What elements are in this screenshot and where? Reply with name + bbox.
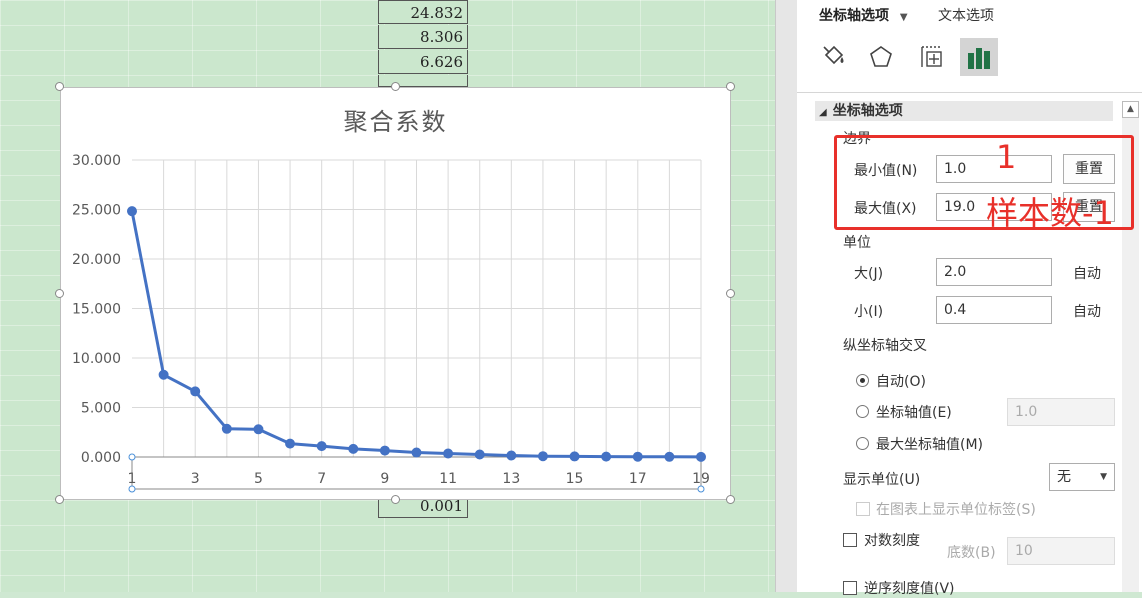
log-scale-label[interactable]: 对数刻度 bbox=[864, 530, 920, 550]
x-tick-label: 13 bbox=[502, 471, 520, 487]
axis-options-icon[interactable] bbox=[960, 38, 998, 76]
major-unit-input[interactable]: 2.0 bbox=[936, 258, 1052, 286]
units-label: 单位 bbox=[843, 235, 871, 251]
resize-handle[interactable] bbox=[726, 289, 735, 298]
tab-axis-options[interactable]: 坐标轴选项 ▼ bbox=[819, 5, 908, 25]
cell[interactable]: 24.832 bbox=[378, 0, 468, 24]
data-point bbox=[506, 450, 517, 461]
cell[interactable]: 8.306 bbox=[378, 25, 468, 49]
resize-handle[interactable] bbox=[726, 495, 735, 504]
y-tick-label: 5.000 bbox=[81, 401, 121, 417]
y-tick-label: 0.000 bbox=[81, 450, 121, 466]
collapse-triangle-icon: ◢ bbox=[819, 107, 827, 118]
section-axis-options[interactable]: ◢ 坐标轴选项 bbox=[815, 101, 1113, 121]
axis-selection-handle bbox=[128, 453, 136, 461]
pane-splitter[interactable] bbox=[775, 0, 797, 592]
data-point bbox=[569, 451, 580, 462]
major-unit-auto: 自动 bbox=[1073, 266, 1101, 282]
x-tick-label: 15 bbox=[566, 471, 584, 487]
data-point bbox=[664, 451, 675, 462]
data-point bbox=[348, 443, 359, 454]
annotation-text-bottom: 样本数-1 bbox=[986, 194, 1114, 232]
chart-area[interactable]: 聚合系数 0.000 5.000 10.000 15.000 20.000 25.000 3… bbox=[60, 87, 731, 500]
format-axis-pane: 坐标轴选项 ▼ 文本选项 ◢ 坐标轴选项 边界 最小值(N) 1.0 重置 最大值… bbox=[797, 0, 1142, 597]
data-point bbox=[158, 369, 169, 380]
data-point bbox=[632, 451, 643, 462]
y-tick-label: 25.000 bbox=[72, 203, 121, 219]
annotation-text-top: 1 bbox=[996, 138, 1017, 176]
vertical-axis-crosses-label: 纵坐标轴交叉 bbox=[843, 338, 927, 354]
resize-handle[interactable] bbox=[726, 82, 735, 91]
crosses-max-radio[interactable] bbox=[856, 437, 869, 450]
y-tick-label: 10.000 bbox=[72, 351, 121, 367]
reverse-order-checkbox[interactable] bbox=[843, 581, 857, 595]
base-label: 底数(B) bbox=[947, 545, 996, 561]
data-point bbox=[443, 448, 454, 459]
chevron-down-icon[interactable]: ▼ bbox=[900, 12, 908, 23]
x-tick-label: 5 bbox=[254, 471, 263, 487]
x-tick-label: 17 bbox=[629, 471, 647, 487]
tab-axis-options-label: 坐标轴选项 bbox=[819, 8, 889, 24]
reverse-order-label[interactable]: 逆序刻度值(V) bbox=[864, 578, 955, 598]
x-tick-label: 19 bbox=[692, 471, 710, 487]
data-point bbox=[601, 451, 612, 462]
data-point bbox=[316, 441, 327, 452]
minor-unit-auto: 自动 bbox=[1073, 304, 1101, 320]
log-scale-checkbox[interactable] bbox=[843, 533, 857, 547]
section-title: 坐标轴选项 bbox=[832, 103, 903, 119]
resize-handle[interactable] bbox=[55, 82, 64, 91]
x-axis-selection bbox=[131, 456, 702, 490]
x-tick-label: 11 bbox=[439, 471, 457, 487]
display-units-label: 显示单位(U) bbox=[843, 472, 921, 488]
crosses-auto-label[interactable]: 自动(O) bbox=[876, 371, 926, 391]
data-point bbox=[696, 451, 706, 462]
plot-area[interactable]: 0.000 5.000 10.000 15.000 20.000 25.000 30.000… bbox=[61, 88, 732, 501]
data-point bbox=[253, 424, 264, 435]
x-tick-label: 7 bbox=[317, 471, 326, 487]
x-tick-label: 3 bbox=[191, 471, 200, 487]
data-point bbox=[411, 447, 422, 458]
size-properties-icon[interactable] bbox=[913, 38, 951, 76]
y-tick-label: 20.000 bbox=[72, 252, 121, 268]
x-tick-label: 9 bbox=[380, 471, 389, 487]
show-units-label: 在图表上显示单位标签(S) bbox=[876, 502, 1036, 518]
minor-unit-label: 小(I) bbox=[854, 304, 884, 320]
crosses-max-label[interactable]: 最大坐标轴值(M) bbox=[876, 434, 983, 454]
data-point bbox=[285, 438, 296, 449]
scroll-up-button[interactable]: ▲ bbox=[1122, 101, 1139, 118]
major-unit-label: 大(J) bbox=[854, 266, 884, 282]
y-tick-label: 15.000 bbox=[72, 302, 121, 318]
tab-text-options[interactable]: 文本选项 bbox=[938, 5, 994, 25]
data-point bbox=[537, 451, 548, 462]
data-point bbox=[379, 445, 390, 456]
divider bbox=[797, 92, 1142, 93]
data-point bbox=[474, 449, 485, 460]
resize-handle[interactable] bbox=[391, 495, 400, 504]
crosses-value-radio[interactable] bbox=[856, 405, 869, 418]
minor-unit-input[interactable]: 0.4 bbox=[936, 296, 1052, 324]
x-tick-label: 1 bbox=[128, 471, 137, 487]
cell[interactable]: 6.626 bbox=[378, 50, 468, 74]
effects-icon[interactable] bbox=[862, 38, 900, 76]
data-point bbox=[127, 206, 137, 217]
resize-handle[interactable] bbox=[391, 82, 400, 91]
chevron-down-icon: ▼ bbox=[1100, 472, 1107, 482]
resize-handle[interactable] bbox=[55, 495, 64, 504]
show-units-checkbox[interactable] bbox=[856, 502, 870, 516]
display-units-select[interactable]: 无 ▼ bbox=[1049, 463, 1115, 491]
crosses-value-input[interactable]: 1.0 bbox=[1007, 398, 1115, 426]
crosses-auto-radio[interactable] bbox=[856, 374, 869, 387]
resize-handle[interactable] bbox=[55, 289, 64, 298]
data-point bbox=[221, 423, 232, 434]
base-input[interactable]: 10 bbox=[1007, 537, 1115, 565]
display-units-value: 无 bbox=[1057, 469, 1071, 485]
y-tick-label: 30.000 bbox=[72, 153, 121, 169]
data-point bbox=[190, 386, 201, 397]
crosses-value-label[interactable]: 坐标轴值(E) bbox=[876, 402, 952, 422]
fill-line-icon[interactable] bbox=[815, 38, 853, 76]
